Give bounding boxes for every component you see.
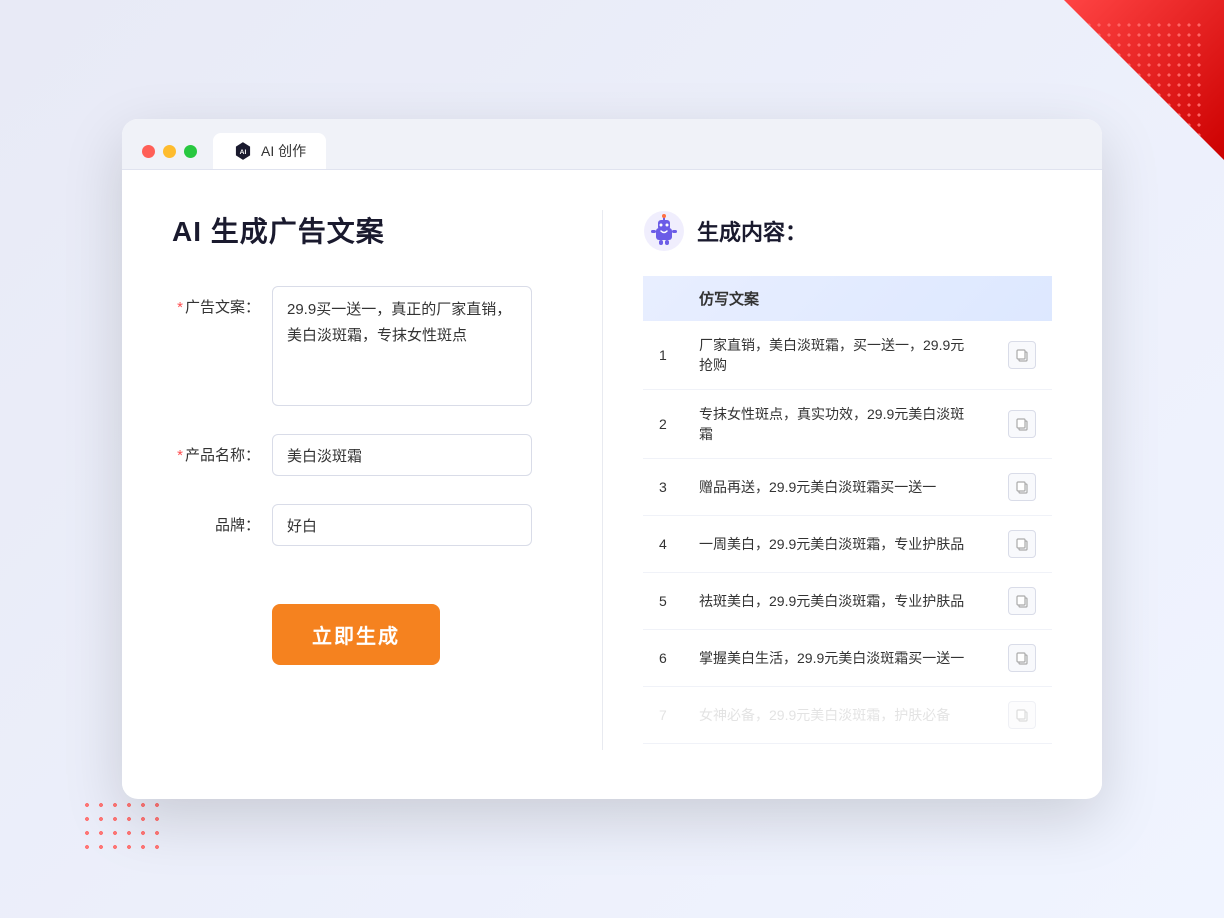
- table-header-row: 仿写文案: [643, 276, 1052, 321]
- row-action: [992, 687, 1052, 744]
- row-number: 3: [643, 459, 683, 516]
- row-action: [992, 321, 1052, 390]
- row-text: 祛斑美白，29.9元美白淡斑霜，专业护肤品: [683, 573, 992, 630]
- row-number: 2: [643, 390, 683, 459]
- window-controls: [142, 145, 197, 158]
- row-text: 厂家直销，美白淡斑霜，买一送一，29.9元抢购: [683, 321, 992, 390]
- brand-input[interactable]: [272, 504, 532, 546]
- product-name-row: *产品名称：: [172, 434, 552, 476]
- bottom-dots-decoration: [80, 798, 160, 858]
- row-text: 一周美白，29.9元美白淡斑霜，专业护肤品: [683, 516, 992, 573]
- results-header: 生成内容：: [643, 210, 1052, 252]
- row-action: [992, 573, 1052, 630]
- brand-row: 品牌：: [172, 504, 552, 546]
- row-action: [992, 516, 1052, 573]
- copy-button[interactable]: [1008, 644, 1036, 672]
- row-number: 1: [643, 321, 683, 390]
- row-action: [992, 459, 1052, 516]
- browser-tab[interactable]: AI AI 创作: [213, 133, 326, 169]
- left-panel: AI 生成广告文案 *广告文案： *产品名称： 品牌： 立: [172, 210, 592, 750]
- row-number: 6: [643, 630, 683, 687]
- table-row: 4一周美白，29.9元美白淡斑霜，专业护肤品: [643, 516, 1052, 573]
- minimize-button[interactable]: [163, 145, 176, 158]
- right-panel: 生成内容： 仿写文案 1厂家直销，美白淡斑霜，买一送一，29.9元抢购2专抹女性…: [613, 210, 1052, 750]
- table-row: 6掌握美白生活，29.9元美白淡斑霜买一送一: [643, 630, 1052, 687]
- row-number: 7: [643, 687, 683, 744]
- col-action: [992, 276, 1052, 321]
- tab-label: AI 创作: [261, 141, 306, 161]
- col-text: 仿写文案: [683, 276, 992, 321]
- row-action: [992, 630, 1052, 687]
- close-button[interactable]: [142, 145, 155, 158]
- panel-divider: [602, 210, 603, 750]
- table-row: 3赠品再送，29.9元美白淡斑霜买一送一: [643, 459, 1052, 516]
- product-name-input[interactable]: [272, 434, 532, 476]
- results-title: 生成内容：: [697, 215, 807, 247]
- ad-text-input[interactable]: [272, 286, 532, 406]
- table-row: 2专抹女性斑点，真实功效，29.9元美白淡斑霜: [643, 390, 1052, 459]
- col-num: [643, 276, 683, 321]
- copy-button[interactable]: [1008, 410, 1036, 438]
- page-title: AI 生成广告文案: [172, 210, 552, 250]
- browser-titlebar: AI AI 创作: [122, 119, 1102, 170]
- table-row: 1厂家直销，美白淡斑霜，买一送一，29.9元抢购: [643, 321, 1052, 390]
- required-star-product: *: [177, 447, 183, 464]
- copy-button[interactable]: [1008, 473, 1036, 501]
- copy-button[interactable]: [1008, 341, 1036, 369]
- results-table: 仿写文案 1厂家直销，美白淡斑霜，买一送一，29.9元抢购2专抹女性斑点，真实功…: [643, 276, 1052, 744]
- product-label: *产品名称：: [172, 434, 272, 465]
- row-text: 女神必备，29.9元美白淡斑霜，护肤必备: [683, 687, 992, 744]
- copy-button[interactable]: [1008, 587, 1036, 615]
- row-text: 赠品再送，29.9元美白淡斑霜买一送一: [683, 459, 992, 516]
- row-text: 专抹女性斑点，真实功效，29.9元美白淡斑霜: [683, 390, 992, 459]
- required-star-ad: *: [177, 299, 183, 316]
- ai-tab-icon: AI: [233, 141, 253, 161]
- browser-window: AI AI 创作 AI 生成广告文案 *广告文案： *产品名称：: [122, 119, 1102, 799]
- main-content: AI 生成广告文案 *广告文案： *产品名称： 品牌： 立: [122, 170, 1102, 790]
- brand-label: 品牌：: [172, 504, 272, 535]
- row-number: 4: [643, 516, 683, 573]
- copy-button[interactable]: [1008, 530, 1036, 558]
- row-action: [992, 390, 1052, 459]
- robot-icon: [643, 210, 685, 252]
- maximize-button[interactable]: [184, 145, 197, 158]
- table-row: 5祛斑美白，29.9元美白淡斑霜，专业护肤品: [643, 573, 1052, 630]
- ad-text-label: *广告文案：: [172, 286, 272, 317]
- row-text: 掌握美白生活，29.9元美白淡斑霜买一送一: [683, 630, 992, 687]
- row-number: 5: [643, 573, 683, 630]
- generate-button[interactable]: 立即生成: [272, 604, 440, 665]
- ad-text-row: *广告文案：: [172, 286, 552, 406]
- corner-dots-decoration: [1084, 20, 1204, 140]
- table-row: 7女神必备，29.9元美白淡斑霜，护肤必备: [643, 687, 1052, 744]
- copy-button[interactable]: [1008, 701, 1036, 729]
- svg-text:AI: AI: [240, 149, 247, 156]
